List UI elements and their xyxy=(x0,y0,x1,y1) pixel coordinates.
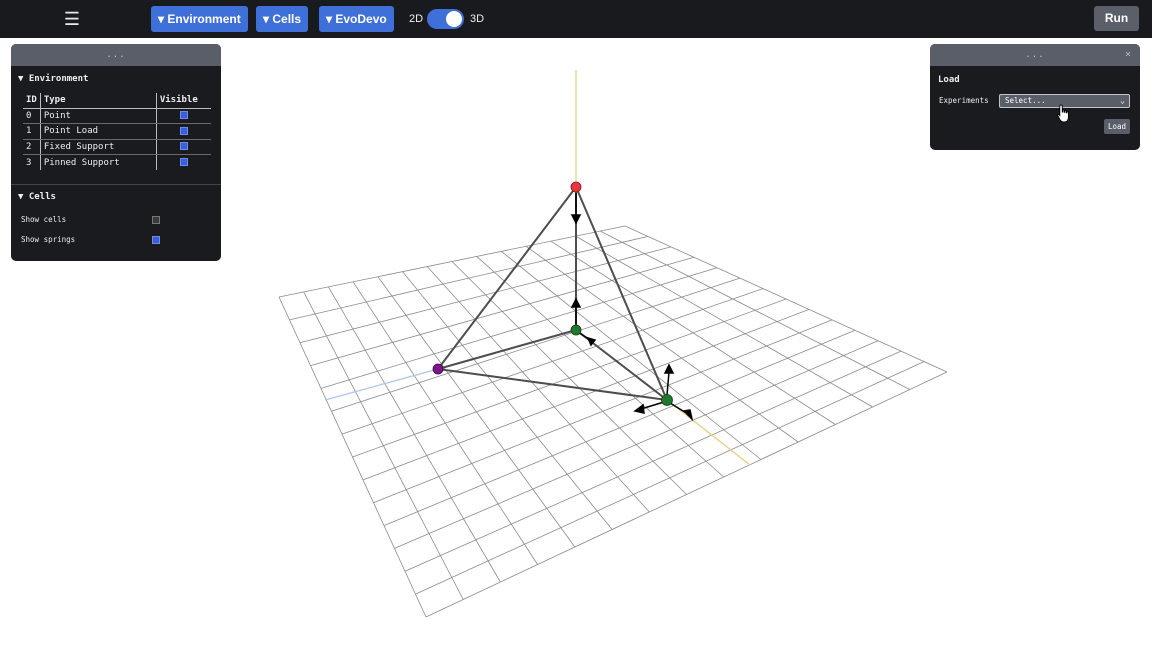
grid-line xyxy=(451,261,687,495)
show-cells-checkbox[interactable] xyxy=(152,216,160,224)
grid-line xyxy=(373,319,833,504)
grid-line xyxy=(404,350,902,572)
cell-visible xyxy=(156,139,211,155)
visible-checkbox[interactable] xyxy=(179,158,188,166)
visible-checkbox[interactable] xyxy=(179,126,188,135)
table-header-row: ID Type Visible xyxy=(23,93,211,109)
node-left-pinned-support[interactable] xyxy=(432,363,444,375)
hand-cursor-icon xyxy=(1057,104,1069,123)
section-divider xyxy=(11,184,221,185)
node-right-fixed-support[interactable] xyxy=(661,394,673,406)
grid-line xyxy=(476,256,724,478)
grid-line xyxy=(624,225,948,373)
show-cells-option: Show cells xyxy=(21,214,171,226)
select-value: Select... xyxy=(1005,96,1046,105)
cell-type: Point Load xyxy=(40,123,157,140)
top-toolbar: ☰ ▾ Environment ▾ Cells ▾ EvoDevo 2D 3D … xyxy=(0,0,1152,38)
support-arrow-left-line xyxy=(640,401,665,410)
support-arrow-up-line xyxy=(666,371,670,396)
panel-drag-handle[interactable]: ... × xyxy=(930,44,1140,66)
load-section-title: Load xyxy=(938,75,960,85)
header-visible: Visible xyxy=(156,93,211,109)
experiments-label: Experiments xyxy=(939,96,989,105)
panel-drag-handle[interactable]: ... xyxy=(11,44,221,66)
chevron-down-icon: ⌄ xyxy=(1120,96,1125,105)
grid-line xyxy=(362,309,810,481)
cell-id: 2 xyxy=(23,139,41,155)
load-arrow-head xyxy=(570,214,582,225)
grid-line xyxy=(425,371,948,618)
toggle-knob xyxy=(446,11,462,27)
load-panel: ... × Load Experiments Select... ⌄ Load xyxy=(930,44,1140,150)
visible-checkbox[interactable] xyxy=(179,111,188,120)
support-arrow-left-head xyxy=(633,403,645,414)
cell-visible xyxy=(156,123,211,140)
beam-left-center xyxy=(437,329,577,370)
toggle-2d-label: 2D xyxy=(409,13,424,25)
support-arrow-up-head xyxy=(663,363,675,374)
cell-id: 3 xyxy=(23,154,41,170)
environment-menu-button[interactable]: ▾ Environment xyxy=(151,6,248,32)
visible-checkbox[interactable] xyxy=(179,142,188,151)
table-row: 0 Point xyxy=(23,108,211,124)
load-button[interactable]: Load xyxy=(1104,119,1130,134)
grid-line xyxy=(501,251,762,460)
cell-type: Fixed Support xyxy=(40,139,157,155)
environment-section-title[interactable]: ▼ Environment xyxy=(18,74,88,84)
evodevo-menu-button[interactable]: ▾ EvoDevo xyxy=(319,6,394,32)
table-row: 1 Point Load xyxy=(23,123,211,140)
dimension-toggle[interactable] xyxy=(427,9,464,29)
table-row: 2 Fixed Support xyxy=(23,139,211,155)
grid-line xyxy=(525,245,799,443)
header-id: ID xyxy=(23,93,41,109)
beam-top-right xyxy=(575,186,668,401)
show-springs-label: Show springs xyxy=(21,235,76,244)
hamburger-menu-icon[interactable]: ☰ xyxy=(62,9,82,29)
cell-visible xyxy=(156,155,211,171)
grid-line xyxy=(394,340,879,549)
ground-grid xyxy=(278,225,948,618)
environment-table: ID Type Visible 0 Point 1 Point Load 2 F… xyxy=(23,93,211,170)
cell-id: 1 xyxy=(23,123,41,140)
z-axis-line xyxy=(666,399,751,466)
close-icon[interactable]: × xyxy=(1125,44,1132,66)
table-row: 3 Pinned Support xyxy=(23,154,211,171)
cell-visible xyxy=(156,108,211,124)
environment-panel: ... ▼ Environment ID Type Visible 0 Poin… xyxy=(11,44,221,261)
show-cells-label: Show cells xyxy=(21,215,67,224)
run-button[interactable]: Run xyxy=(1094,6,1139,31)
cell-id: 0 xyxy=(23,108,41,124)
show-springs-checkbox[interactable] xyxy=(152,236,160,244)
cells-section-title[interactable]: ▼ Cells xyxy=(18,192,56,202)
beam-top-left xyxy=(437,186,577,370)
cell-type: Pinned Support xyxy=(40,154,157,170)
cells-menu-button[interactable]: ▾ Cells xyxy=(256,6,309,32)
grid-line xyxy=(600,230,910,390)
reaction-arrow-up-head xyxy=(570,297,582,308)
handle-dots: ... xyxy=(1025,50,1045,60)
cell-type: Point xyxy=(40,108,157,124)
node-top-point-load[interactable] xyxy=(570,181,582,193)
header-type: Type xyxy=(40,93,157,109)
show-springs-option: Show springs xyxy=(21,234,171,246)
node-center-fixed-support[interactable] xyxy=(570,324,582,336)
toggle-3d-label: 3D xyxy=(470,13,485,25)
